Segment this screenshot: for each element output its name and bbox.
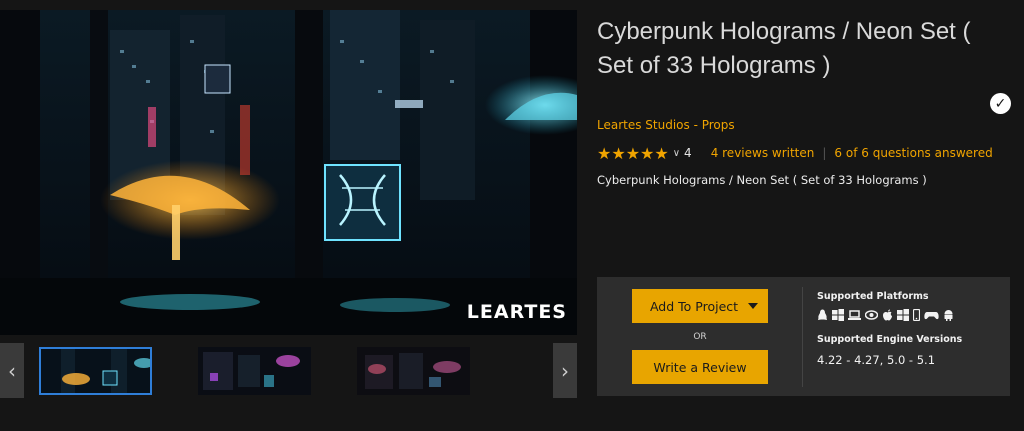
phone-icon [913, 309, 920, 321]
linux-icon [818, 309, 827, 320]
seller-link[interactable]: Leartes Studios - Props [597, 118, 735, 132]
add-to-project-button[interactable]: Add To Project [632, 289, 768, 323]
laptop-icon [848, 310, 861, 320]
leartes-watermark: LEARTES [466, 301, 567, 323]
thumbnail-2[interactable] [198, 347, 311, 395]
thumbnail-1[interactable] [39, 347, 152, 395]
engine-versions-heading: Supported Engine Versions [817, 334, 963, 345]
main-product-image[interactable]: LEARTES [0, 10, 577, 335]
rating-count: 4 [684, 146, 692, 160]
add-to-project-label: Add To Project [649, 298, 739, 314]
windows-icon [832, 309, 844, 321]
product-page: LEARTES ‹ › Cyberpunk Holograms / Neon S… [0, 0, 1024, 431]
thumbnail-3[interactable] [357, 347, 470, 395]
android-icon [944, 310, 953, 321]
engine-versions-value: 4.22 - 4.27, 5.0 - 5.1 [817, 353, 936, 367]
thumbnail-strip: ‹ › [0, 343, 577, 398]
questions-link[interactable]: 6 of 6 questions answered [834, 146, 992, 160]
action-panel: Add To Project OR Write a Review Support… [597, 277, 1010, 396]
apple-icon [883, 309, 892, 321]
rating-dropdown-icon[interactable]: ∨ [673, 148, 680, 159]
or-separator: OR [693, 332, 707, 342]
thumbnail-image [357, 347, 470, 395]
rating-row: ★★★★★ ∨ 4 4 reviews written | 6 of 6 que… [597, 143, 993, 163]
rating-stars: ★★★★★ [597, 143, 669, 163]
next-arrow-icon[interactable]: › [553, 343, 577, 398]
product-subtitle: Cyberpunk Holograms / Neon Set ( Set of … [597, 173, 927, 187]
caret-down-icon[interactable] [748, 303, 758, 309]
product-title: Cyberpunk Holograms / Neon Set ( Set of … [597, 18, 971, 79]
rating-divider: | [822, 146, 827, 160]
thumbnail-image [198, 347, 311, 395]
platform-icons [817, 309, 954, 321]
thumbnail-image [41, 349, 150, 393]
verified-check-icon: ✓ [990, 93, 1011, 114]
platforms-heading: Supported Platforms [817, 291, 929, 302]
panel-divider [802, 287, 803, 387]
prev-arrow-icon[interactable]: ‹ [0, 343, 24, 398]
write-review-button[interactable]: Write a Review [632, 350, 768, 384]
windows-icon [897, 309, 909, 321]
reviews-link[interactable]: 4 reviews written [711, 146, 815, 160]
cyberpunk-scene-image [0, 10, 577, 335]
eye-icon [865, 310, 878, 320]
gamepad-icon [924, 312, 939, 320]
